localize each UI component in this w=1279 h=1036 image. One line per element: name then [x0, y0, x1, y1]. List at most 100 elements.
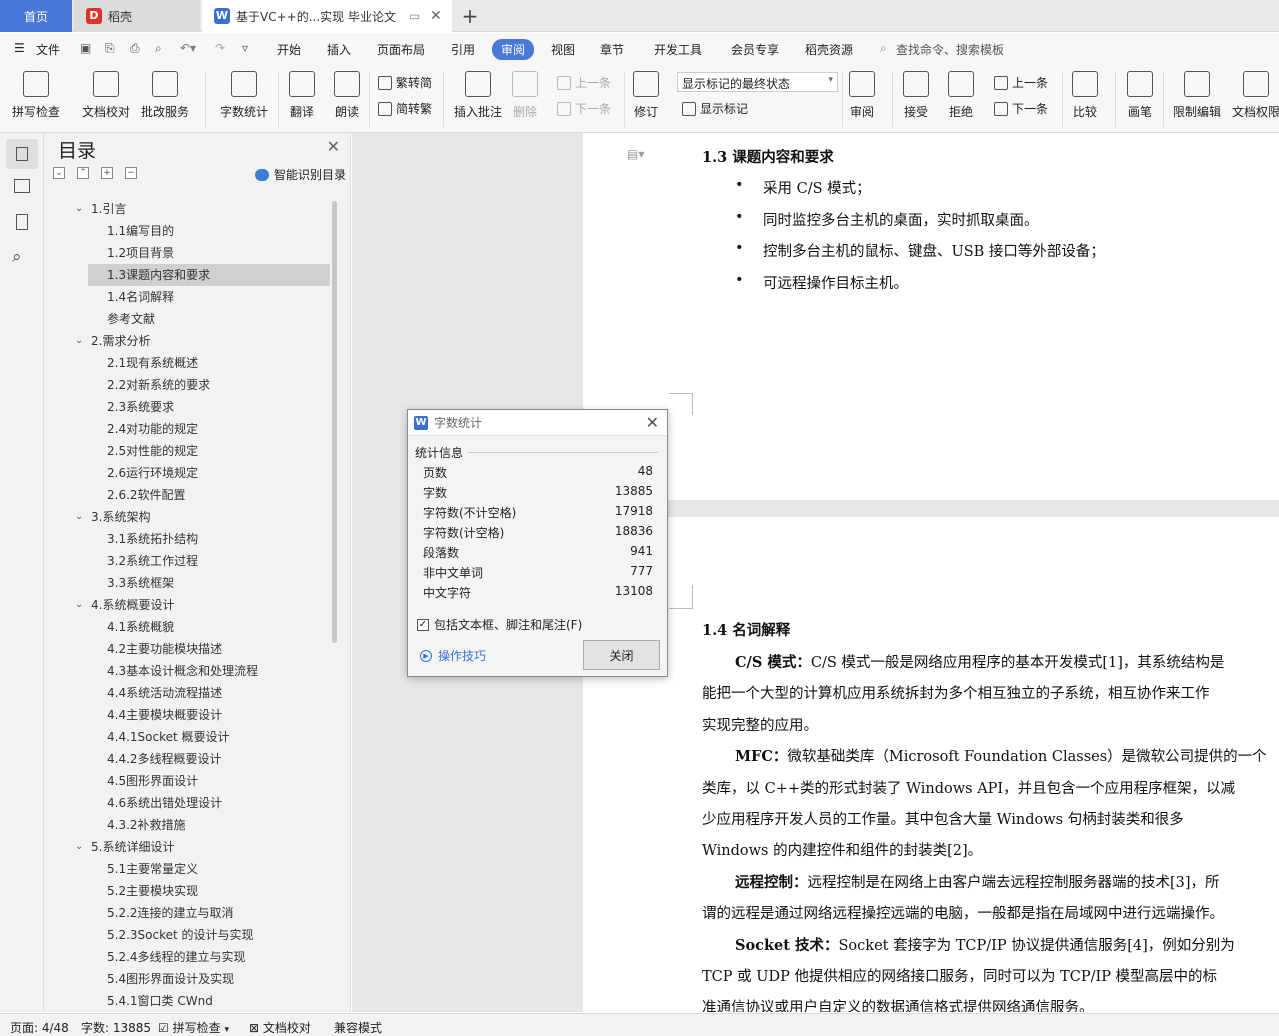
toc-item[interactable]: 参考文献 [107, 308, 155, 330]
toc-item[interactable]: 4.3.2补救措施 [107, 814, 186, 836]
page-indicator[interactable]: 页面: 4/48 [10, 1019, 69, 1036]
read-aloud-button[interactable]: 朗读 [334, 69, 360, 120]
show-markup-button[interactable]: 显示标记 [682, 100, 748, 117]
close-icon[interactable]: ✕ [327, 137, 340, 156]
s2t-button[interactable]: 简转繁 [378, 100, 432, 117]
toc-panel-icon[interactable] [6, 139, 38, 169]
chevron-down-icon[interactable]: ⌄ [75, 198, 83, 220]
tips-link[interactable]: ▶ 操作技巧 [420, 647, 486, 664]
toc-item[interactable]: 1.1编写目的 [107, 220, 174, 242]
insert-comment-button[interactable]: 插入批注 [454, 69, 502, 120]
menu-member[interactable]: 会员专享 [731, 41, 779, 58]
menu-chapter[interactable]: 章节 [600, 41, 624, 58]
doc-proof-button[interactable]: 文档校对 [82, 69, 130, 120]
menu-devtools[interactable]: 开发工具 [654, 41, 702, 58]
menu-daoke-resources[interactable]: 稻壳资源 [805, 41, 853, 58]
t2s-button[interactable]: 繁转简 [378, 74, 432, 91]
toc-item[interactable]: 5.1主要常量定义 [107, 858, 198, 880]
compare-button[interactable]: 比较 [1072, 69, 1098, 120]
accept-button[interactable]: 接受 [903, 69, 929, 120]
tab-daoke[interactable]: D 稻壳 [74, 0, 200, 32]
navigation-icon[interactable] [12, 176, 32, 196]
prev-change-button[interactable]: 上一条 [994, 74, 1048, 91]
tab-document[interactable]: W 基于VC++的...实现 毕业论文 ▭ ✕ [202, 0, 452, 32]
toc-item[interactable]: 2.6.2软件配置 [107, 484, 186, 506]
markup-state-select[interactable]: 显示标记的最终状态 ▾ [677, 72, 838, 92]
word-count-button[interactable]: 字数统计 [220, 69, 268, 120]
toc-item[interactable]: 2.6运行环境规定 [107, 462, 198, 484]
redo-icon[interactable]: ↷ [215, 41, 225, 55]
collapse-all-icon[interactable]: ⌄ [53, 167, 65, 179]
menu-layout[interactable]: 页面布局 [377, 41, 425, 58]
track-changes-button[interactable]: 修订 [633, 69, 659, 120]
close-button[interactable]: 关闭 [583, 640, 660, 670]
chevron-down-icon[interactable]: ⌄ [75, 836, 83, 858]
word-count-indicator[interactable]: 字数: 13885 [81, 1019, 151, 1036]
save-icon[interactable]: ▣ [80, 41, 91, 55]
doc-proof-status[interactable]: ⊠ 文档校对 [249, 1019, 311, 1036]
reject-button[interactable]: 拒绝 [948, 69, 974, 120]
find-icon[interactable]: ⌕ [12, 247, 32, 267]
menu-file[interactable]: 文件 [36, 41, 60, 58]
toc-item[interactable]: 2.5对性能的规定 [107, 440, 198, 462]
toc-item[interactable]: 4.6系统出错处理设计 [107, 792, 222, 814]
print-icon[interactable]: ⎙ [130, 41, 140, 56]
toc-scrollbar[interactable] [332, 201, 337, 643]
tab-pin-icon[interactable]: ▭ [409, 9, 420, 23]
toc-item[interactable]: 4.1系统概貌 [107, 616, 174, 638]
new-tab-button[interactable]: + [456, 0, 484, 32]
toc-item[interactable]: 4.4主要模块概要设计 [107, 704, 222, 726]
toc-item[interactable]: ⌄ 2.需求分析 [75, 330, 150, 352]
toc-item[interactable]: 1.2项目背景 [107, 242, 174, 264]
restrict-edit-button[interactable]: 限制编辑 [1173, 69, 1221, 120]
toc-item[interactable]: ⌄ 3.系统架构 [75, 506, 150, 528]
include-textbox-checkbox[interactable]: ✓ 包括文本框、脚注和尾注(F) [417, 616, 582, 633]
command-search[interactable]: 查找命令、搜索模板 [896, 41, 1004, 58]
tab-home[interactable]: 首页 [0, 0, 72, 32]
toc-item[interactable]: 4.4.1Socket 概要设计 [107, 726, 230, 748]
translate-button[interactable]: 翻译 [289, 69, 315, 120]
more-icon[interactable]: ▿ [242, 41, 248, 55]
toc-item[interactable]: 4.5图形界面设计 [107, 770, 198, 792]
review-pane-button[interactable]: 审阅 [849, 69, 875, 120]
toc-item[interactable]: 3.3系统框架 [107, 572, 174, 594]
undo-icon[interactable]: ↶▾ [180, 41, 196, 55]
spell-check-status[interactable]: ☑ 拼写检查 ▾ [158, 1019, 229, 1036]
chevron-down-icon[interactable]: ⌄ [75, 594, 83, 616]
toc-item[interactable]: ⌄ 1.引言 [75, 198, 126, 220]
toc-item[interactable]: 3.2系统工作过程 [107, 550, 198, 572]
hamburger-icon[interactable]: ☰ [14, 41, 25, 55]
toc-item[interactable]: ⌄ 5.系统详细设计 [75, 836, 174, 858]
toc-item[interactable]: 4.4.2多线程概要设计 [107, 748, 222, 770]
batch-service-button[interactable]: 批改服务 [141, 69, 189, 120]
toc-item[interactable]: 2.4对功能的规定 [107, 418, 198, 440]
preview-icon[interactable]: ⌕ [155, 41, 162, 56]
expand-all-icon[interactable]: ⌃ [77, 167, 89, 179]
toc-item[interactable]: 5.2.4多线程的建立与实现 [107, 946, 246, 968]
next-comment-button[interactable]: 下一条 [557, 100, 611, 117]
pen-button[interactable]: 画笔 [1127, 69, 1153, 120]
toc-item[interactable]: 1.3课题内容和要求 [88, 264, 330, 286]
spell-check-button[interactable]: 拼写检查 [12, 69, 60, 120]
toc-item[interactable]: 4.2主要功能模块描述 [107, 638, 222, 660]
toc-item[interactable]: 5.2主要模块实现 [107, 880, 198, 902]
toc-item[interactable]: 5.2.3Socket 的设计与实现 [107, 924, 254, 946]
toc-item[interactable]: 3.1系统拓扑结构 [107, 528, 198, 550]
export-icon[interactable]: ⎘ [105, 41, 115, 56]
delete-comment-button[interactable]: 删除 [512, 69, 538, 120]
toc-item[interactable]: 1.4名词解释 [107, 286, 174, 308]
bookmark-icon[interactable] [12, 212, 32, 232]
add-toc-icon[interactable]: + [101, 167, 113, 179]
prev-comment-button[interactable]: 上一条 [557, 74, 611, 91]
toc-item[interactable]: 5.2.2连接的建立与取消 [107, 902, 234, 924]
chevron-down-icon[interactable]: ⌄ [75, 506, 83, 528]
tab-close-icon[interactable]: ✕ [430, 8, 442, 24]
doc-permission-button[interactable]: 文档权限 [1232, 69, 1279, 120]
dialog-titlebar[interactable]: W 字数统计 [408, 410, 667, 436]
toc-item[interactable]: ⌄ 4.系统概要设计 [75, 594, 174, 616]
toc-item[interactable]: 2.2对新系统的要求 [107, 374, 210, 396]
menu-insert[interactable]: 插入 [327, 41, 351, 58]
close-icon[interactable]: ✕ [646, 413, 659, 432]
toc-item[interactable]: 5.4图形界面设计及实现 [107, 968, 234, 990]
smart-toc-button[interactable]: 智能识别目录 [254, 166, 346, 183]
